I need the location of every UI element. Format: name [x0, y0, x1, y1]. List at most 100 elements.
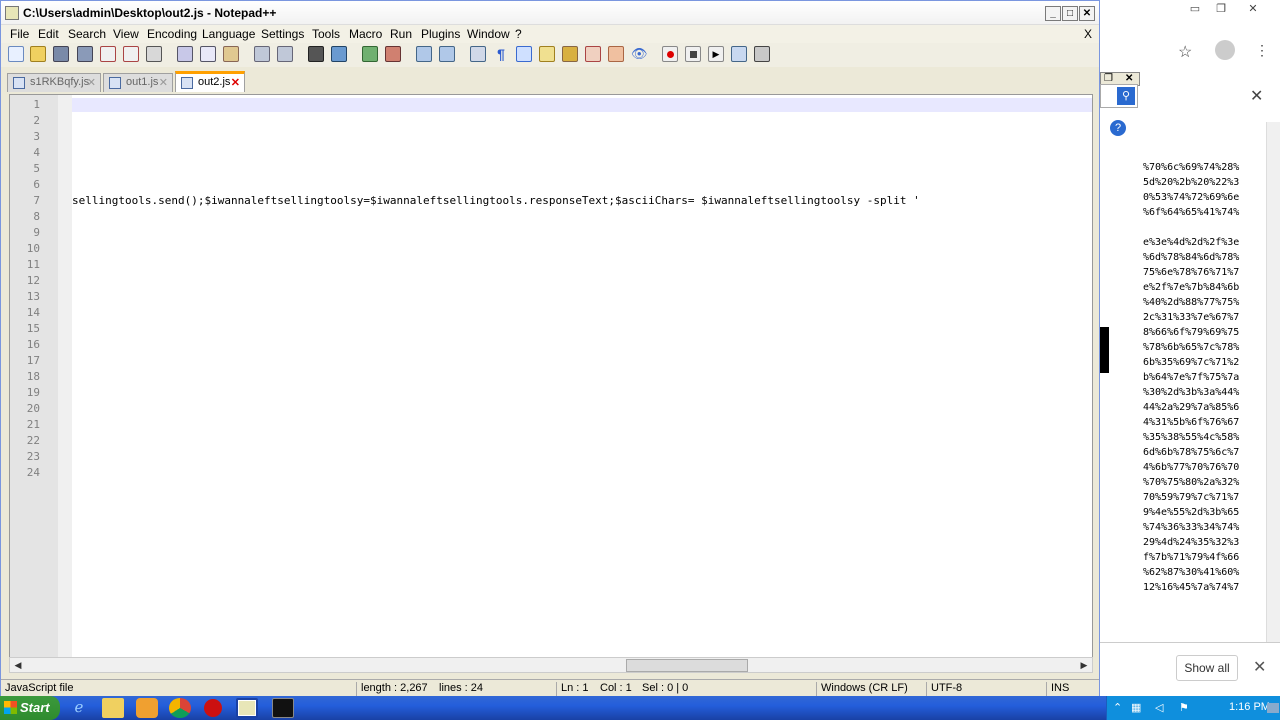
show-desktop-icon[interactable]	[1267, 703, 1279, 713]
tray-expand-icon[interactable]: ⌃	[1113, 701, 1125, 714]
close-file-icon[interactable]	[100, 46, 116, 62]
horizontal-scrollbar[interactable]: ◀ ▶	[9, 657, 1093, 673]
print-icon[interactable]	[146, 46, 162, 62]
code-line-7[interactable]: sellingtools.send();$iwannaleftsellingto…	[72, 194, 1092, 207]
menu-view[interactable]: View	[113, 27, 139, 41]
hex-line: %40%2d%88%77%75%	[1143, 297, 1240, 308]
run-macro-multiple-icon[interactable]	[731, 46, 747, 62]
maximize-button[interactable]: □	[1062, 6, 1078, 21]
chrome-icon[interactable]	[169, 698, 191, 718]
record-macro-icon[interactable]	[662, 46, 678, 62]
status-eol[interactable]: Windows (CR LF)	[816, 682, 908, 696]
clock[interactable]: 1:16 PM	[1229, 701, 1270, 713]
menu-dots-icon[interactable]: ⋮	[1255, 42, 1269, 59]
scroll-left-arrow-icon[interactable]: ◀	[11, 659, 25, 672]
status-encoding[interactable]: UTF-8	[926, 682, 962, 696]
zoom-in-icon[interactable]	[362, 46, 378, 62]
menu-tools[interactable]: Tools	[312, 27, 340, 41]
restore-icon[interactable]: ❐	[1210, 2, 1232, 16]
background-scrollbar[interactable]	[1266, 122, 1280, 642]
play-macro-icon[interactable]: ▶	[708, 46, 724, 62]
define-language-icon[interactable]	[539, 46, 555, 62]
close-panel-icon[interactable]: ✕	[1250, 86, 1263, 106]
copy-icon[interactable]	[200, 46, 216, 62]
menu-macro[interactable]: Macro	[349, 27, 382, 41]
indent-guide-icon[interactable]	[516, 46, 532, 62]
line-number: 14	[26, 306, 40, 319]
tab-out2[interactable]: out2.js ✕	[175, 71, 245, 92]
network-icon[interactable]: ▦	[1131, 701, 1143, 714]
save-all-icon[interactable]	[77, 46, 93, 62]
scroll-thumb[interactable]	[626, 659, 748, 672]
menu-plugins[interactable]: Plugins	[421, 27, 460, 41]
scroll-right-arrow-icon[interactable]: ▶	[1077, 659, 1091, 672]
volume-icon[interactable]: ◁	[1155, 701, 1167, 714]
download-bar: Show all ✕	[1100, 642, 1280, 694]
profile-avatar-icon[interactable]	[1215, 40, 1235, 60]
close-download-bar-icon[interactable]: ✕	[1253, 657, 1266, 677]
minimize-button[interactable]: _	[1045, 6, 1061, 21]
line-number: 16	[26, 338, 40, 351]
minimize-icon[interactable]: ▭	[1184, 2, 1206, 16]
line-number: 13	[26, 290, 40, 303]
notepad-taskbar-icon[interactable]	[236, 698, 258, 718]
close-icon[interactable]: ✕	[1242, 2, 1264, 16]
menu-window[interactable]: Window	[467, 27, 510, 41]
cut-icon[interactable]	[177, 46, 193, 62]
close-icon[interactable]: ✕	[1125, 73, 1133, 84]
tab-out1[interactable]: out1.js ✕	[103, 73, 173, 92]
close-button[interactable]: ✕	[1079, 6, 1095, 21]
start-button[interactable]: Start	[0, 696, 60, 720]
menu-help[interactable]: ?	[515, 27, 522, 41]
save-macro-icon[interactable]	[754, 46, 770, 62]
new-file-icon[interactable]	[8, 46, 24, 62]
explorer-folder-icon[interactable]	[102, 698, 124, 718]
media-player-icon[interactable]	[136, 698, 158, 718]
menu-search[interactable]: Search	[68, 27, 106, 41]
tab-close-icon[interactable]: ✕	[159, 75, 168, 92]
menu-language[interactable]: Language	[202, 27, 255, 41]
menu-file[interactable]: File	[10, 27, 29, 41]
open-file-icon[interactable]	[30, 46, 46, 62]
menu-settings[interactable]: Settings	[261, 27, 304, 41]
folder-workspace-icon[interactable]	[608, 46, 624, 62]
search-icon[interactable]: ⚲	[1117, 87, 1135, 105]
tab-s1rkbqfy[interactable]: s1RKBqfy.js ✕	[7, 73, 101, 92]
stop-macro-icon[interactable]	[685, 46, 701, 62]
sync-vertical-icon[interactable]	[416, 46, 432, 62]
background-browser-toolbar: ▭ ❐ ✕ ☆ ⋮	[1100, 0, 1280, 72]
cmd-icon[interactable]	[272, 698, 294, 718]
search-box[interactable]: ⚲	[1100, 84, 1138, 108]
bookmark-star-icon[interactable]: ☆	[1178, 42, 1192, 62]
zoom-out-icon[interactable]	[385, 46, 401, 62]
replace-icon[interactable]	[331, 46, 347, 62]
doc-map-icon[interactable]	[562, 46, 578, 62]
undo-icon[interactable]	[254, 46, 270, 62]
close-all-icon[interactable]	[123, 46, 139, 62]
menu-encoding[interactable]: Encoding	[147, 27, 197, 41]
paste-icon[interactable]	[223, 46, 239, 62]
menu-edit[interactable]: Edit	[38, 27, 59, 41]
show-all-characters-icon[interactable]: ¶	[493, 46, 509, 62]
opera-icon[interactable]	[204, 699, 222, 717]
sync-horizontal-icon[interactable]	[439, 46, 455, 62]
redo-icon[interactable]	[277, 46, 293, 62]
menu-run[interactable]: Run	[390, 27, 412, 41]
ie-icon[interactable]: ℯ	[68, 698, 90, 718]
file-icon	[181, 77, 193, 89]
hex-line: 6b%35%69%7c%71%2	[1143, 357, 1240, 368]
editor-area[interactable]: 1 2 3 4 5 6 7 8 9 10 11 12 13 14 15 16 17 18 19 20 21 22 23 24 …	[9, 94, 1093, 658]
word-wrap-icon[interactable]	[470, 46, 486, 62]
tab-close-icon[interactable]: ✕	[231, 75, 240, 92]
tab-close-icon[interactable]: ✕	[87, 75, 96, 92]
save-icon[interactable]	[53, 46, 69, 62]
close-document-x[interactable]: X	[1084, 27, 1092, 41]
restore-icon[interactable]: ❐	[1104, 73, 1113, 84]
help-icon[interactable]: ?	[1110, 120, 1126, 136]
find-icon[interactable]	[308, 46, 324, 62]
monitoring-eye-icon[interactable]: 👁	[631, 46, 648, 62]
title-bar[interactable]: C:\Users\admin\Desktop\out2.js - Notepad…	[1, 1, 1099, 25]
flag-icon[interactable]: ⚑	[1179, 701, 1191, 714]
function-list-icon[interactable]	[585, 46, 601, 62]
show-all-button[interactable]: Show all	[1176, 655, 1238, 681]
